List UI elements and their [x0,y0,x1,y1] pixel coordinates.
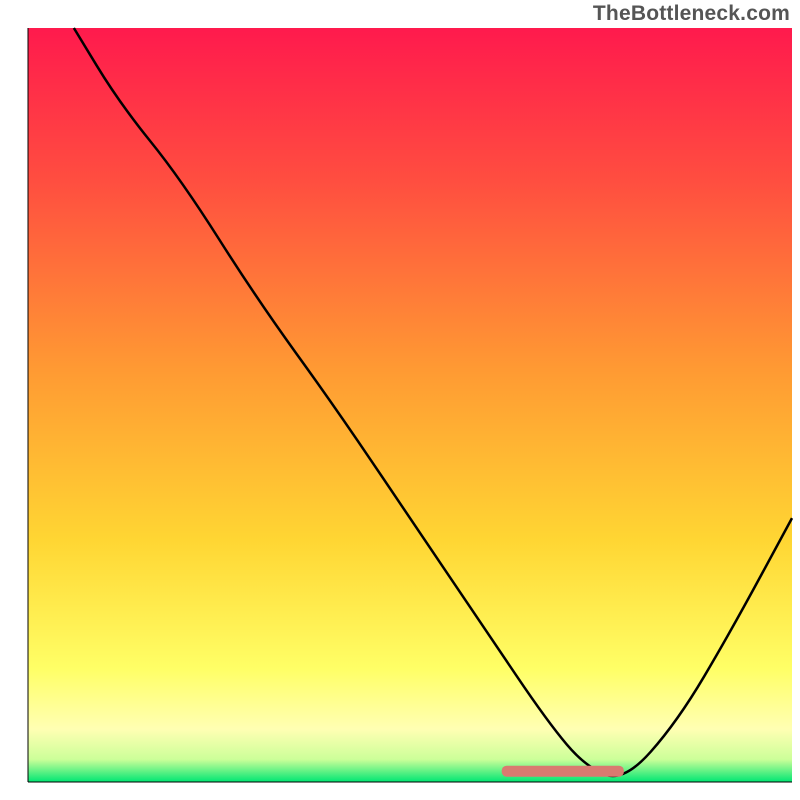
chart-container: TheBottleneck.com [0,0,800,800]
watermark-text: TheBottleneck.com [593,2,790,26]
optimal-marker [502,766,624,777]
bottleneck-chart [0,0,800,800]
plot-background [28,28,792,782]
